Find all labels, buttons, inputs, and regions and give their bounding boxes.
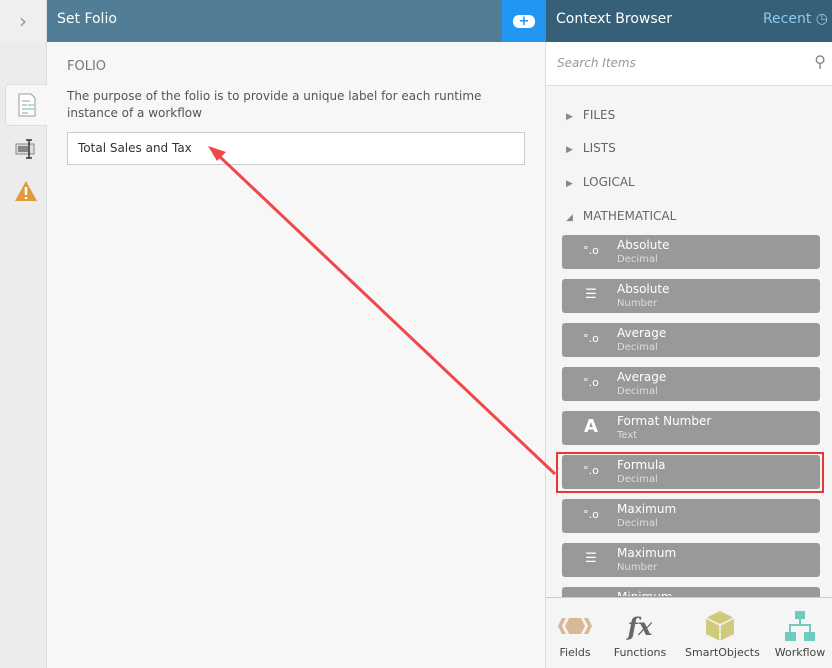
item-type: Decimal (617, 254, 658, 265)
workflow-label: Workflow (774, 646, 826, 659)
functions-label: Functions (613, 646, 667, 659)
expand-icon: ▶ (566, 179, 573, 189)
section-heading: FOLIO (67, 59, 107, 74)
item-type: Number (617, 562, 658, 573)
functions-button[interactable]: fx Functions (605, 606, 675, 660)
context-browser-title: Context Browser (556, 11, 673, 27)
decimal-icon: °.o (583, 376, 599, 389)
search-placeholder: Search Items (557, 56, 636, 70)
group-logical[interactable]: ▶ LOGICAL (566, 175, 635, 189)
smartobjects-label: SmartObjects (685, 646, 760, 659)
item-name: Absolute (617, 238, 670, 252)
search-input[interactable]: Search Items ⚲ (546, 42, 832, 86)
text-field-icon (15, 139, 35, 159)
item-type: Decimal (617, 386, 658, 397)
fields-label: Fields (559, 646, 591, 659)
expand-icon: ▶ (566, 112, 573, 122)
number-list-icon: ☰ (585, 287, 597, 302)
side-tabs (0, 42, 47, 668)
folio-input[interactable]: Total Sales and Tax (67, 132, 525, 165)
group-label: LISTS (582, 141, 616, 155)
group-mathematical[interactable]: ◢ MATHEMATICAL (566, 209, 676, 223)
expand-button[interactable]: › (0, 0, 47, 42)
search-icon[interactable]: ⚲ (814, 52, 826, 71)
recent-button[interactable]: Recent ◷ (763, 0, 828, 38)
bottom-toolbar: Fields fx Functions SmartObjects Workflow (546, 597, 832, 668)
function-item[interactable]: ☰ Maximum Number (562, 543, 820, 577)
context-browser-header: Context Browser Recent ◷ (546, 0, 832, 42)
expand-icon: ▶ (566, 145, 573, 155)
function-item[interactable]: °.o Average Decimal (562, 367, 820, 401)
function-item[interactable]: ☰ Absolute Number (562, 279, 820, 313)
cube-icon (705, 611, 735, 641)
text-icon: A (584, 416, 598, 437)
function-item[interactable]: A Format Number Text (562, 411, 820, 445)
folio-panel: FOLIO The purpose of the folio is to pro… (47, 42, 546, 668)
item-name: Absolute (617, 282, 670, 296)
panel-title: Set Folio (47, 0, 502, 42)
tab-folio[interactable] (5, 84, 47, 126)
collapse-icon: ◢ (566, 213, 573, 223)
context-list[interactable]: ▶ FILES ▶ LISTS ▶ LOGICAL ◢ MATHEMATICAL °.o… (546, 86, 832, 597)
clock-icon: ◷ (815, 11, 828, 27)
item-name: Average (617, 326, 667, 340)
smartobjects-button[interactable]: SmartObjects (685, 606, 760, 659)
group-label: MATHEMATICAL (582, 209, 677, 223)
highlight-box (556, 452, 824, 493)
group-files[interactable]: ▶ FILES (566, 108, 615, 122)
recent-label: Recent (762, 11, 812, 27)
fields-button[interactable]: Fields (540, 606, 610, 659)
function-item[interactable]: °.o Average Decimal (562, 323, 820, 357)
number-list-icon: ☰ (585, 551, 597, 566)
decimal-icon: °.o (583, 244, 599, 257)
item-name: Average (617, 370, 667, 384)
item-type: Decimal (617, 342, 658, 353)
item-name: Format Number (617, 414, 712, 428)
item-name: Maximum (617, 502, 677, 516)
fields-icon (558, 618, 592, 634)
plus-icon: + (513, 14, 535, 28)
decimal-icon: °.o (583, 508, 599, 521)
function-item[interactable]: °.o Absolute Decimal (562, 235, 820, 269)
warning-icon (15, 181, 37, 201)
folio-description: The purpose of the folio is to provide a… (67, 89, 482, 120)
group-label: FILES (582, 108, 616, 122)
workflow-button[interactable]: Workflow (765, 606, 832, 659)
item-type: Text (617, 430, 638, 441)
tab-warnings[interactable] (5, 170, 47, 212)
item-type: Decimal (617, 518, 658, 529)
document-icon (18, 93, 35, 117)
decimal-icon: °.o (583, 332, 599, 345)
item-name: Maximum (617, 546, 677, 560)
function-item[interactable]: °.oMinimum (562, 587, 820, 597)
item-type: Number (617, 298, 658, 309)
function-item[interactable]: °.o Maximum Decimal (562, 499, 820, 533)
fx-icon: fx (627, 611, 653, 641)
chevron-right-icon: › (19, 9, 27, 33)
tab-properties[interactable] (5, 128, 47, 170)
workflow-icon (785, 611, 815, 641)
group-label: LOGICAL (582, 175, 635, 189)
group-lists[interactable]: ▶ LISTS (566, 141, 616, 155)
add-button[interactable]: + (502, 0, 546, 42)
